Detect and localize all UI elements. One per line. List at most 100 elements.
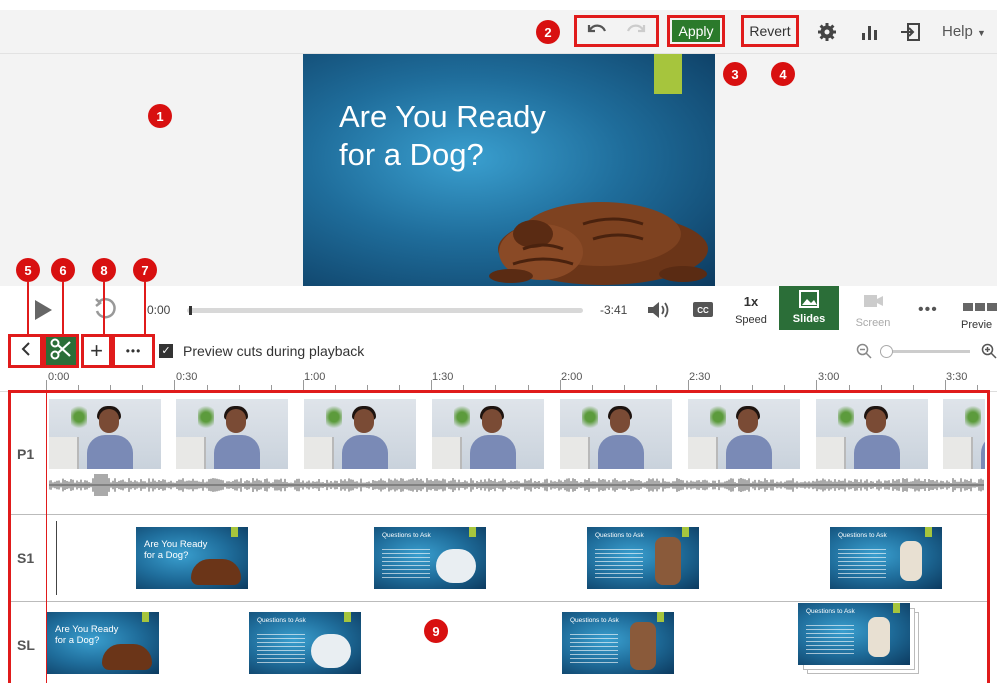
mini-text-lines xyxy=(257,634,305,664)
mini-title-line2: for a Dog? xyxy=(144,550,189,561)
play-icon[interactable] xyxy=(33,299,53,326)
sl-slide-clip[interactable]: Questions to Ask xyxy=(798,603,910,665)
stats-icon[interactable] xyxy=(859,22,881,42)
ruler-label: 2:30 xyxy=(689,371,711,383)
sl-slide-clip[interactable]: Are You Ready for a Dog? xyxy=(47,612,159,674)
replay-icon[interactable] xyxy=(93,297,117,326)
slide-title: Are You Ready for a Dog? xyxy=(339,98,639,174)
mini-text-lines xyxy=(570,634,618,664)
slides-button[interactable]: Slides xyxy=(779,286,839,330)
preview-cuts-option[interactable]: ✓ Preview cuts during playback xyxy=(159,343,364,359)
top-toolbar: Apply Revert Help ▼ xyxy=(0,10,997,54)
callout-8: 8 xyxy=(92,258,116,282)
dog-image xyxy=(489,202,708,285)
timeline-area: P1 S1 Are You Ready for a Dog? Questions … xyxy=(8,390,990,683)
dog-thumb xyxy=(191,559,241,585)
timeline-ruler[interactable]: 0:00 0:30 1:00 1:30 2:00 2:30 3:00 3:30 xyxy=(0,368,997,392)
layout-icon xyxy=(963,298,997,316)
help-menu[interactable]: Help ▼ xyxy=(942,23,986,40)
mini-title-line1: Are You Ready xyxy=(55,624,119,635)
slide-title-line1: Are You Ready xyxy=(339,99,546,134)
help-label: Help xyxy=(942,23,973,40)
mini-slide-question: Questions to Ask xyxy=(838,532,887,539)
cut-button[interactable] xyxy=(43,334,79,368)
undo-icon[interactable] xyxy=(586,21,608,42)
ruler-label: 1:30 xyxy=(432,371,454,383)
s1-slide-clip[interactable]: Questions to Ask xyxy=(374,527,486,589)
ruler-tick xyxy=(431,380,433,390)
playhead[interactable] xyxy=(46,393,47,683)
ruler-tick xyxy=(944,380,946,390)
preview-button[interactable]: Previe xyxy=(955,292,997,332)
speed-button[interactable]: 1x Speed xyxy=(726,292,776,328)
callout-4: 4 xyxy=(771,62,795,86)
mini-accent-tab xyxy=(469,527,476,537)
exit-icon[interactable] xyxy=(899,22,921,42)
redo-icon[interactable] xyxy=(625,21,647,42)
volume-icon[interactable] xyxy=(646,300,670,325)
current-time: 0:00 xyxy=(147,303,171,317)
undo-redo-group xyxy=(574,15,659,47)
mini-slide-question: Questions to Ask xyxy=(257,617,306,624)
video-thumbnail xyxy=(943,399,985,469)
mini-slide-question: Questions to Ask xyxy=(595,532,644,539)
mini-slide-question: Questions to Ask xyxy=(382,532,431,539)
mini-title-line2: for a Dog? xyxy=(55,635,100,646)
ruler-label: 0:30 xyxy=(176,371,198,383)
sl-slide-clip[interactable]: Questions to Ask xyxy=(249,612,361,674)
mini-accent-tab xyxy=(344,612,351,622)
video-thumbnail xyxy=(816,399,928,469)
s1-slide-clip[interactable]: Are You Ready for a Dog? xyxy=(136,527,248,589)
track-label-p1: P1 xyxy=(17,446,35,462)
s1-slide-clip[interactable]: Questions to Ask xyxy=(830,527,942,589)
zoom-out-icon[interactable] xyxy=(856,343,872,364)
dog-thumb xyxy=(102,644,152,670)
callout-2: 2 xyxy=(536,20,560,44)
mini-slide-question: Questions to Ask xyxy=(570,617,619,624)
speed-value: 1x xyxy=(743,294,759,309)
sl-slide-clip[interactable]: Questions to Ask xyxy=(562,612,674,674)
mini-accent-tab xyxy=(925,527,932,537)
zoom-slider[interactable] xyxy=(880,345,970,358)
mini-accent-tab xyxy=(893,603,900,613)
callout-6: 6 xyxy=(51,258,75,282)
gear-icon[interactable] xyxy=(816,22,838,42)
preview-area: Are You Ready for a Dog? xyxy=(0,54,997,286)
callout-3: 3 xyxy=(723,62,747,86)
more-options-button[interactable]: ••• xyxy=(112,334,155,368)
callout-connector xyxy=(62,282,64,334)
track-s1[interactable]: S1 Are You Ready for a Dog? Questions to … xyxy=(11,515,987,602)
zoom-in-icon[interactable] xyxy=(981,343,997,364)
callout-7: 7 xyxy=(133,258,157,282)
track-label-sl: SL xyxy=(17,637,35,653)
preview-cuts-checkbox[interactable]: ✓ xyxy=(159,344,173,358)
track-p1[interactable]: P1 xyxy=(11,393,987,515)
revert-button[interactable]: Revert xyxy=(741,15,799,47)
video-thumbnail xyxy=(432,399,544,469)
back-button[interactable] xyxy=(8,334,43,368)
ruler-tick xyxy=(174,380,176,390)
speed-label: Speed xyxy=(735,314,767,326)
edit-toolbar: + ••• ✓ Preview cuts during playback xyxy=(0,334,997,368)
video-thumbnail xyxy=(49,399,161,469)
s1-slide-clip[interactable]: Questions to Ask xyxy=(587,527,699,589)
apply-button[interactable]: Apply xyxy=(672,20,720,42)
more-icon[interactable]: ••• xyxy=(918,301,938,319)
track-sl[interactable]: SL Are You Ready for a Dog? Questions to … xyxy=(11,602,987,683)
zoom-slider-handle[interactable] xyxy=(880,345,893,358)
progress-bar[interactable] xyxy=(187,306,583,315)
mini-text-lines xyxy=(806,625,854,655)
captions-icon[interactable]: CC xyxy=(693,302,713,322)
screen-button[interactable]: Screen xyxy=(848,290,900,330)
progress-handle[interactable] xyxy=(188,306,192,315)
camera-icon xyxy=(864,294,884,313)
ruler-tick xyxy=(816,380,818,390)
caret-down-icon: ▼ xyxy=(977,28,986,38)
add-button[interactable]: + xyxy=(81,334,112,368)
track-label-s1: S1 xyxy=(17,550,35,566)
slide-preview: Are You Ready for a Dog? xyxy=(303,54,715,286)
mini-slide-question: Questions to Ask xyxy=(806,608,855,615)
callout-connector xyxy=(144,282,146,334)
video-thumbnail xyxy=(176,399,288,469)
mini-title-line1: Are You Ready xyxy=(144,539,208,550)
